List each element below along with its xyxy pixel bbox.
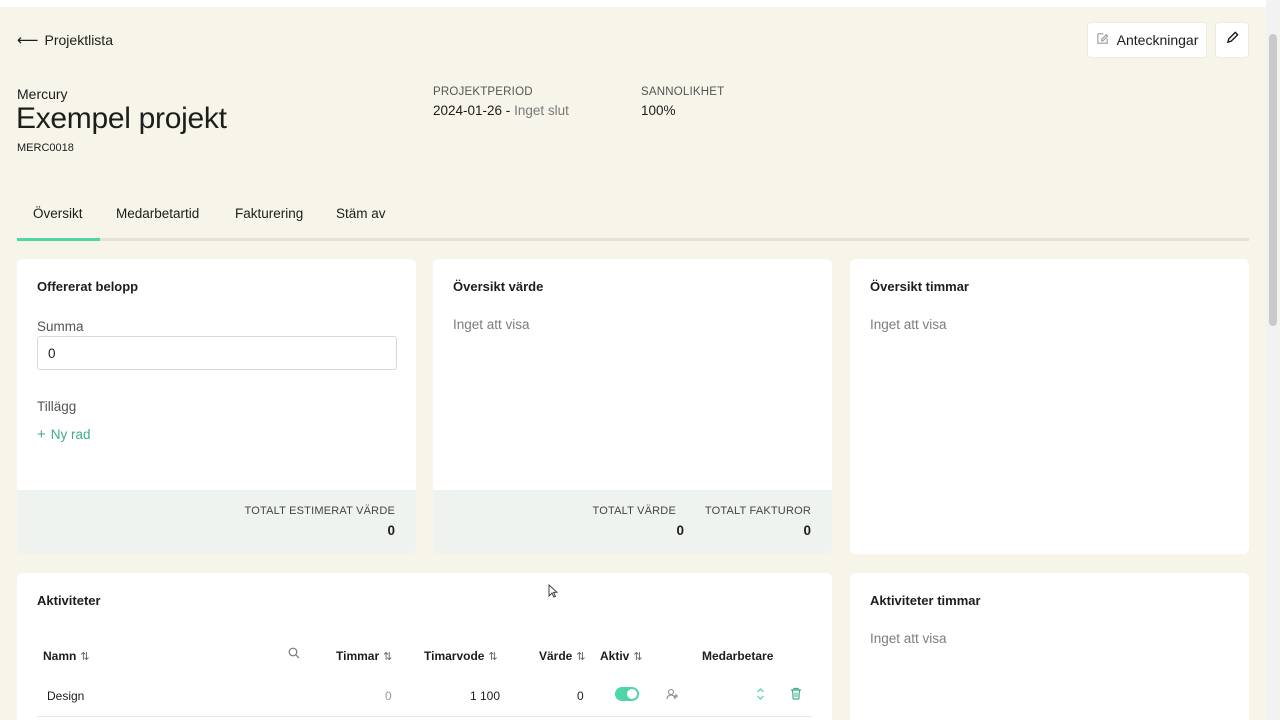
active-tab-indicator	[17, 238, 100, 241]
tab-bar: Översikt Medarbetartid Fakturering Stäm …	[17, 198, 1249, 241]
activities-hours-title: Aktiviteter timmar	[870, 593, 981, 608]
total-invoices-label: TOTALT FAKTUROR	[704, 505, 811, 517]
client-name: Mercury	[17, 86, 68, 102]
note-edit-icon	[1096, 32, 1109, 48]
activity-value: 0	[577, 689, 584, 703]
sort-icon: ⇅	[488, 650, 498, 663]
edit-project-button[interactable]	[1216, 23, 1248, 57]
col-header-employees: Medarbetare	[702, 649, 774, 663]
row-divider	[37, 716, 812, 717]
sort-icon: ⇅	[633, 650, 643, 663]
period-start: 2024-01-26 -	[433, 103, 515, 118]
tab-reconcile[interactable]: Stäm av	[336, 206, 386, 221]
value-card-empty: Inget att visa	[453, 317, 530, 332]
sort-icon: ⇅	[80, 650, 90, 663]
activities-hours-card: Aktiviteter timmar Inget att visa	[850, 573, 1249, 720]
pencil-icon	[1226, 31, 1239, 49]
period-end: Inget slut	[514, 103, 569, 118]
activities-title: Aktiviteter	[37, 593, 101, 608]
col-header-name[interactable]: Namn ⇅	[43, 649, 90, 663]
scrollbar-thumb[interactable]	[1269, 34, 1277, 326]
chevron-up-down-icon[interactable]	[756, 687, 765, 706]
hours-card-title: Översikt timmar	[870, 279, 969, 294]
total-value: 0	[676, 523, 684, 538]
col-header-active[interactable]: Aktiv ⇅	[600, 649, 643, 663]
total-estimated-value: 0	[387, 523, 395, 538]
activities-hours-empty: Inget att visa	[870, 631, 947, 646]
tab-employee-time[interactable]: Medarbetartid	[116, 206, 199, 221]
sum-label: Summa	[37, 319, 84, 334]
hours-card-empty: Inget att visa	[870, 317, 947, 332]
value-card-title: Översikt värde	[453, 279, 544, 294]
value-card-footer: TOTALT VÄRDE 0 TOTALT FAKTUROR 0	[433, 490, 832, 554]
activity-name[interactable]: Design	[47, 689, 84, 703]
top-strip	[0, 0, 1280, 7]
add-row-button[interactable]: + Ny rad	[37, 426, 91, 443]
page-title: Exempel projekt	[16, 102, 227, 135]
arrow-left-icon: ⟵	[17, 32, 39, 49]
hours-card: Översikt timmar Inget att visa	[850, 259, 1249, 554]
search-icon[interactable]	[288, 646, 300, 664]
notes-button[interactable]: Anteckningar	[1088, 23, 1206, 57]
probability-label: SANNOLIKHET	[641, 86, 725, 98]
value-card: Översikt värde Inget att visa TOTALT VÄR…	[433, 259, 832, 554]
total-estimated-label: TOTALT ESTIMERAT VÄRDE	[244, 505, 395, 517]
offer-card-title: Offererat belopp	[37, 279, 139, 294]
offer-card: Offererat belopp Summa Tillägg + Ny rad …	[17, 259, 416, 554]
sort-icon: ⇅	[576, 650, 586, 663]
activity-active-toggle[interactable]	[615, 687, 639, 701]
activities-card: Aktiviteter Namn ⇅ Timmar ⇅ Timarvode ⇅ Vär…	[17, 573, 832, 720]
addition-label: Tillägg	[37, 399, 77, 414]
activity-hours: 0	[385, 689, 392, 703]
offer-card-footer: TOTALT ESTIMERAT VÄRDE 0	[17, 490, 416, 554]
period-label: PROJEKTPERIOD	[433, 86, 533, 98]
total-value-label: TOTALT VÄRDE	[592, 505, 676, 517]
total-invoices-value: 0	[803, 523, 811, 538]
sort-icon: ⇅	[383, 650, 393, 663]
probability-value: 100%	[641, 103, 676, 118]
activity-rate[interactable]: 1 100	[470, 689, 500, 703]
sum-input[interactable]	[37, 336, 397, 370]
tab-overview[interactable]: Översikt	[33, 206, 83, 221]
add-employee-icon[interactable]	[666, 688, 679, 706]
col-header-rate[interactable]: Timarvode ⇅	[424, 649, 498, 663]
notes-button-label: Anteckningar	[1116, 32, 1199, 48]
tab-invoicing[interactable]: Fakturering	[235, 206, 303, 221]
col-header-value[interactable]: Värde ⇅	[539, 649, 586, 663]
col-header-hours[interactable]: Timmar ⇅	[336, 649, 392, 663]
page-scrollbar[interactable]	[1266, 0, 1280, 720]
period-value: 2024-01-26 - Inget slut	[433, 103, 569, 118]
plus-icon: +	[37, 426, 46, 443]
mouse-cursor-icon	[548, 583, 559, 603]
back-link-label: Projektlista	[44, 32, 113, 48]
back-to-project-list-link[interactable]: ⟵ Projektlista	[17, 31, 113, 49]
trash-icon[interactable]	[790, 687, 802, 705]
project-code: MERC0018	[17, 142, 74, 154]
add-row-label: Ny rad	[50, 427, 91, 442]
